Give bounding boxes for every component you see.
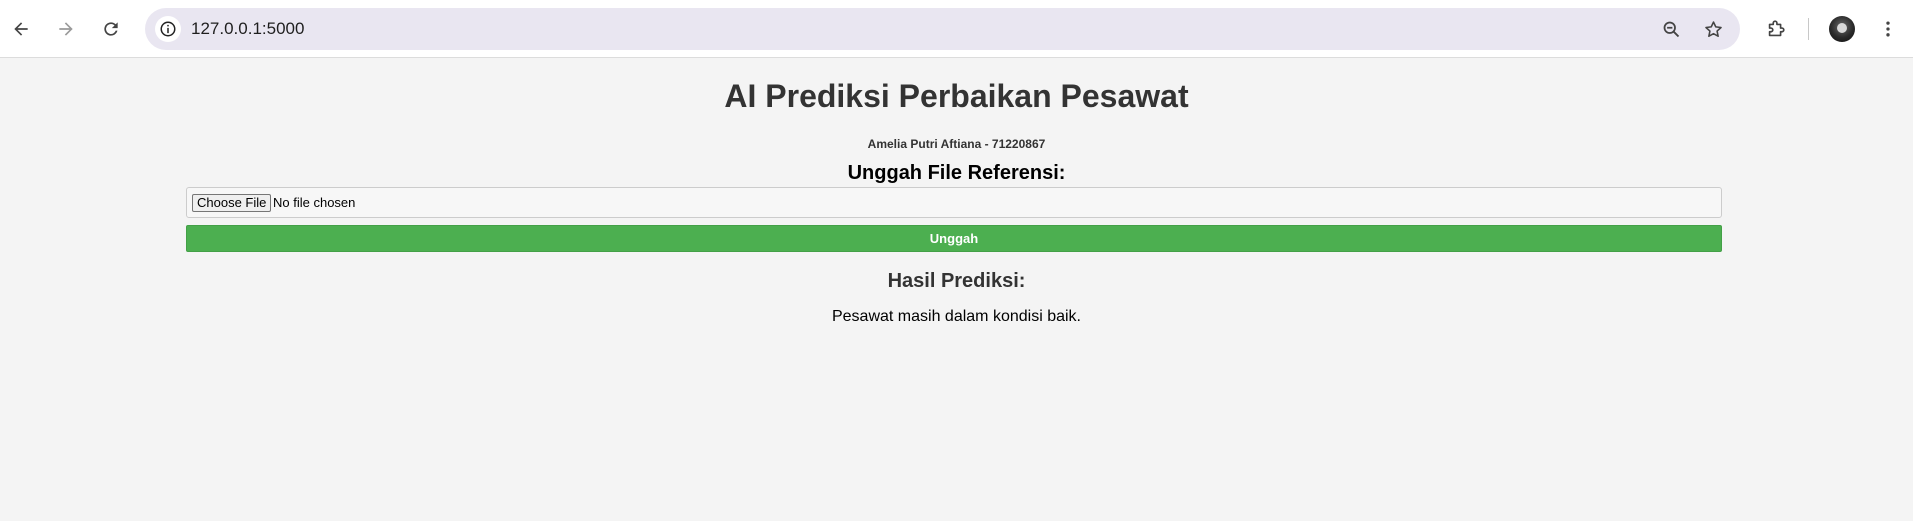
arrow-left-icon xyxy=(14,22,28,36)
address-bar[interactable]: 127.0.0.1:5000 xyxy=(145,8,1740,50)
site-info-button[interactable] xyxy=(155,16,181,42)
page-content: AI Prediksi Perbaikan Pesawat Amelia Put… xyxy=(0,58,1913,521)
back-button[interactable] xyxy=(5,13,37,45)
extensions-button[interactable] xyxy=(1762,15,1790,43)
result-heading: Hasil Prediksi: xyxy=(887,270,1026,292)
toolbar-divider xyxy=(1808,18,1809,40)
puzzle-icon xyxy=(1768,20,1785,37)
browser-menu-button[interactable] xyxy=(1874,15,1902,43)
upload-button[interactable]: Unggah xyxy=(186,225,1722,252)
avatar[interactable] xyxy=(1829,16,1855,42)
zoom-button[interactable] xyxy=(1659,17,1683,41)
result-text: Pesawat masih dalam kondisi baik. xyxy=(831,308,1081,325)
kebab-menu-icon xyxy=(1886,21,1890,37)
upload-heading: Unggah File Referensi: xyxy=(847,162,1066,184)
reload-icon xyxy=(104,22,118,36)
browser-toolbar: 127.0.0.1:5000 xyxy=(0,0,1913,58)
author-text: Amelia Putri Aftiana - 71220867 xyxy=(867,137,1046,151)
star-icon xyxy=(1704,20,1722,37)
page-title: AI Prediksi Perbaikan Pesawat xyxy=(724,78,1189,114)
file-status-text: No file chosen xyxy=(273,195,356,210)
forward-button[interactable] xyxy=(50,13,82,45)
url-text[interactable]: 127.0.0.1:5000 xyxy=(191,19,304,39)
arrow-right-icon xyxy=(59,22,73,36)
info-icon xyxy=(160,21,176,37)
bookmark-button[interactable] xyxy=(1701,17,1725,41)
file-input[interactable]: Choose File No file chosen xyxy=(186,187,1722,218)
choose-file-button[interactable]: Choose File xyxy=(192,194,272,212)
reload-button[interactable] xyxy=(95,13,127,45)
zoom-out-icon xyxy=(1663,21,1679,37)
